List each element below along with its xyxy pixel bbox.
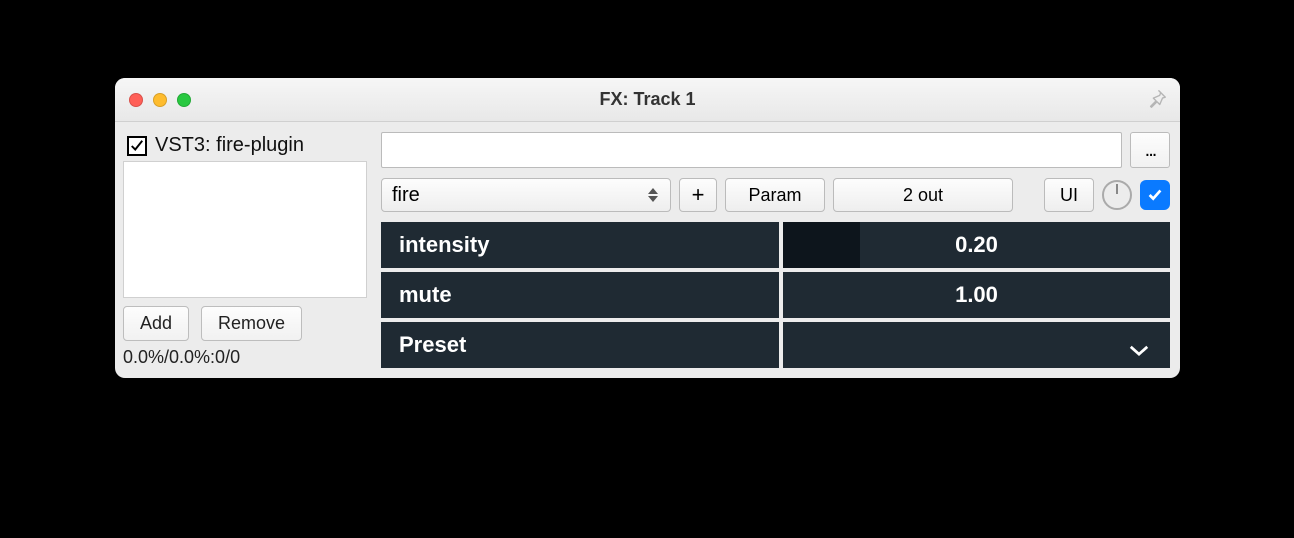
fx-list-area[interactable] xyxy=(123,161,367,298)
main-panel: ... fire + Param 2 out UI xyxy=(375,122,1180,378)
program-combo[interactable]: fire xyxy=(381,178,671,212)
remove-button[interactable]: Remove xyxy=(201,306,302,341)
param-label: mute xyxy=(381,272,779,318)
window-title: FX: Track 1 xyxy=(115,89,1180,110)
param-list: intensity 0.20 mute 1.00 Preset xyxy=(381,222,1170,368)
param-label: intensity xyxy=(381,222,779,268)
sidebar-buttons: Add Remove xyxy=(123,306,367,341)
param-value-text: 1.00 xyxy=(955,282,998,308)
preset-name-input[interactable] xyxy=(381,132,1122,168)
close-icon[interactable] xyxy=(129,93,143,107)
chevron-down-icon xyxy=(1128,339,1150,351)
fx-name-label: VST3: fire-plugin xyxy=(155,134,304,157)
zoom-icon[interactable] xyxy=(177,93,191,107)
program-combo-label: fire xyxy=(392,184,420,207)
toolbar-row: fire + Param 2 out UI xyxy=(381,178,1170,212)
preset-dropdown[interactable] xyxy=(783,322,1170,368)
add-param-button[interactable]: + xyxy=(679,178,717,212)
wet-knob[interactable] xyxy=(1102,180,1132,210)
pin-icon[interactable] xyxy=(1146,88,1168,110)
param-row-preset: Preset xyxy=(381,322,1170,368)
param-row-intensity: intensity 0.20 xyxy=(381,222,1170,268)
io-button[interactable]: 2 out xyxy=(833,178,1013,212)
param-button[interactable]: Param xyxy=(725,178,825,212)
ui-toggle-button[interactable]: UI xyxy=(1044,178,1094,212)
window-body: VST3: fire-plugin Add Remove 0.0%/0.0%:0… xyxy=(115,122,1180,378)
stepper-icon xyxy=(646,188,660,202)
preset-label: Preset xyxy=(381,322,779,368)
fx-enable-checkbox[interactable] xyxy=(127,136,147,156)
preset-row: ... xyxy=(381,132,1170,168)
param-slider-intensity[interactable]: 0.20 xyxy=(783,222,1170,268)
minimize-icon[interactable] xyxy=(153,93,167,107)
titlebar: FX: Track 1 xyxy=(115,78,1180,122)
param-value-text: 0.20 xyxy=(955,232,998,258)
fx-window: FX: Track 1 VST3: fire-plugin Add Remove… xyxy=(115,78,1180,378)
preset-menu-button[interactable]: ... xyxy=(1130,132,1170,168)
bypass-checkbox[interactable] xyxy=(1140,180,1170,210)
param-fill xyxy=(783,222,860,268)
add-button[interactable]: Add xyxy=(123,306,189,341)
cpu-status-label: 0.0%/0.0%:0/0 xyxy=(123,347,367,372)
sidebar: VST3: fire-plugin Add Remove 0.0%/0.0%:0… xyxy=(115,122,375,378)
param-row-mute: mute 1.00 xyxy=(381,272,1170,318)
fx-list-item[interactable]: VST3: fire-plugin xyxy=(123,132,367,159)
param-slider-mute[interactable]: 1.00 xyxy=(783,272,1170,318)
traffic-lights xyxy=(129,93,191,107)
